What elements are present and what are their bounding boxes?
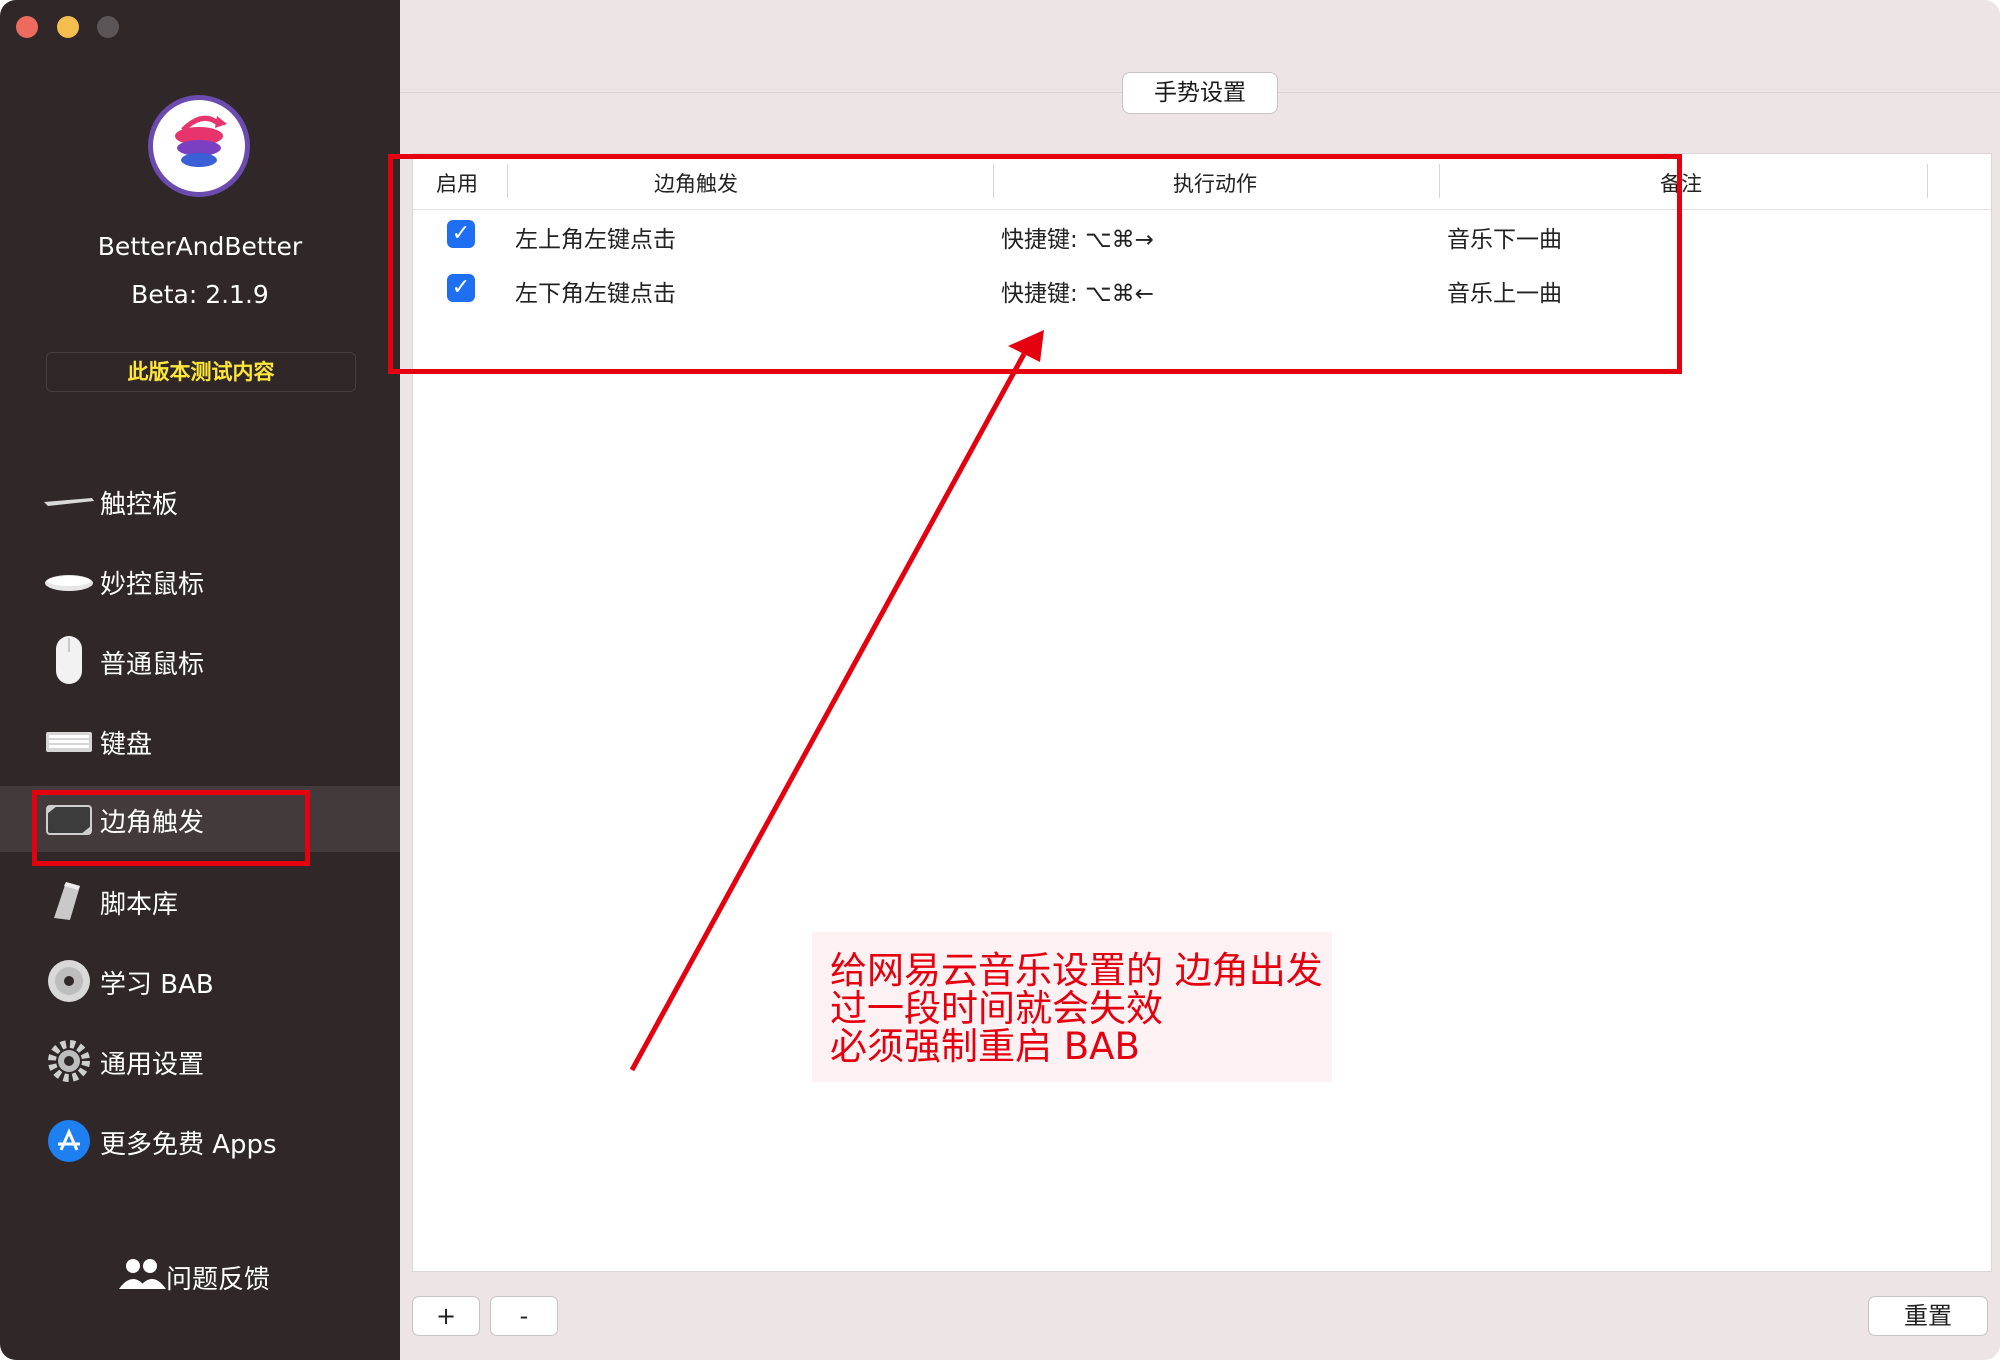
annotation-line: 必须强制重启 BAB	[830, 1025, 1140, 1068]
app-window: BetterAndBetter Beta: 2.1.9 此版本测试内容 触控板 …	[0, 0, 2000, 1360]
annotation-arrow	[629, 330, 1044, 1072]
annotation-note: 给网易云音乐设置的 边角出发 过一段时间就会失效 必须强制重启 BAB	[812, 932, 1332, 1082]
